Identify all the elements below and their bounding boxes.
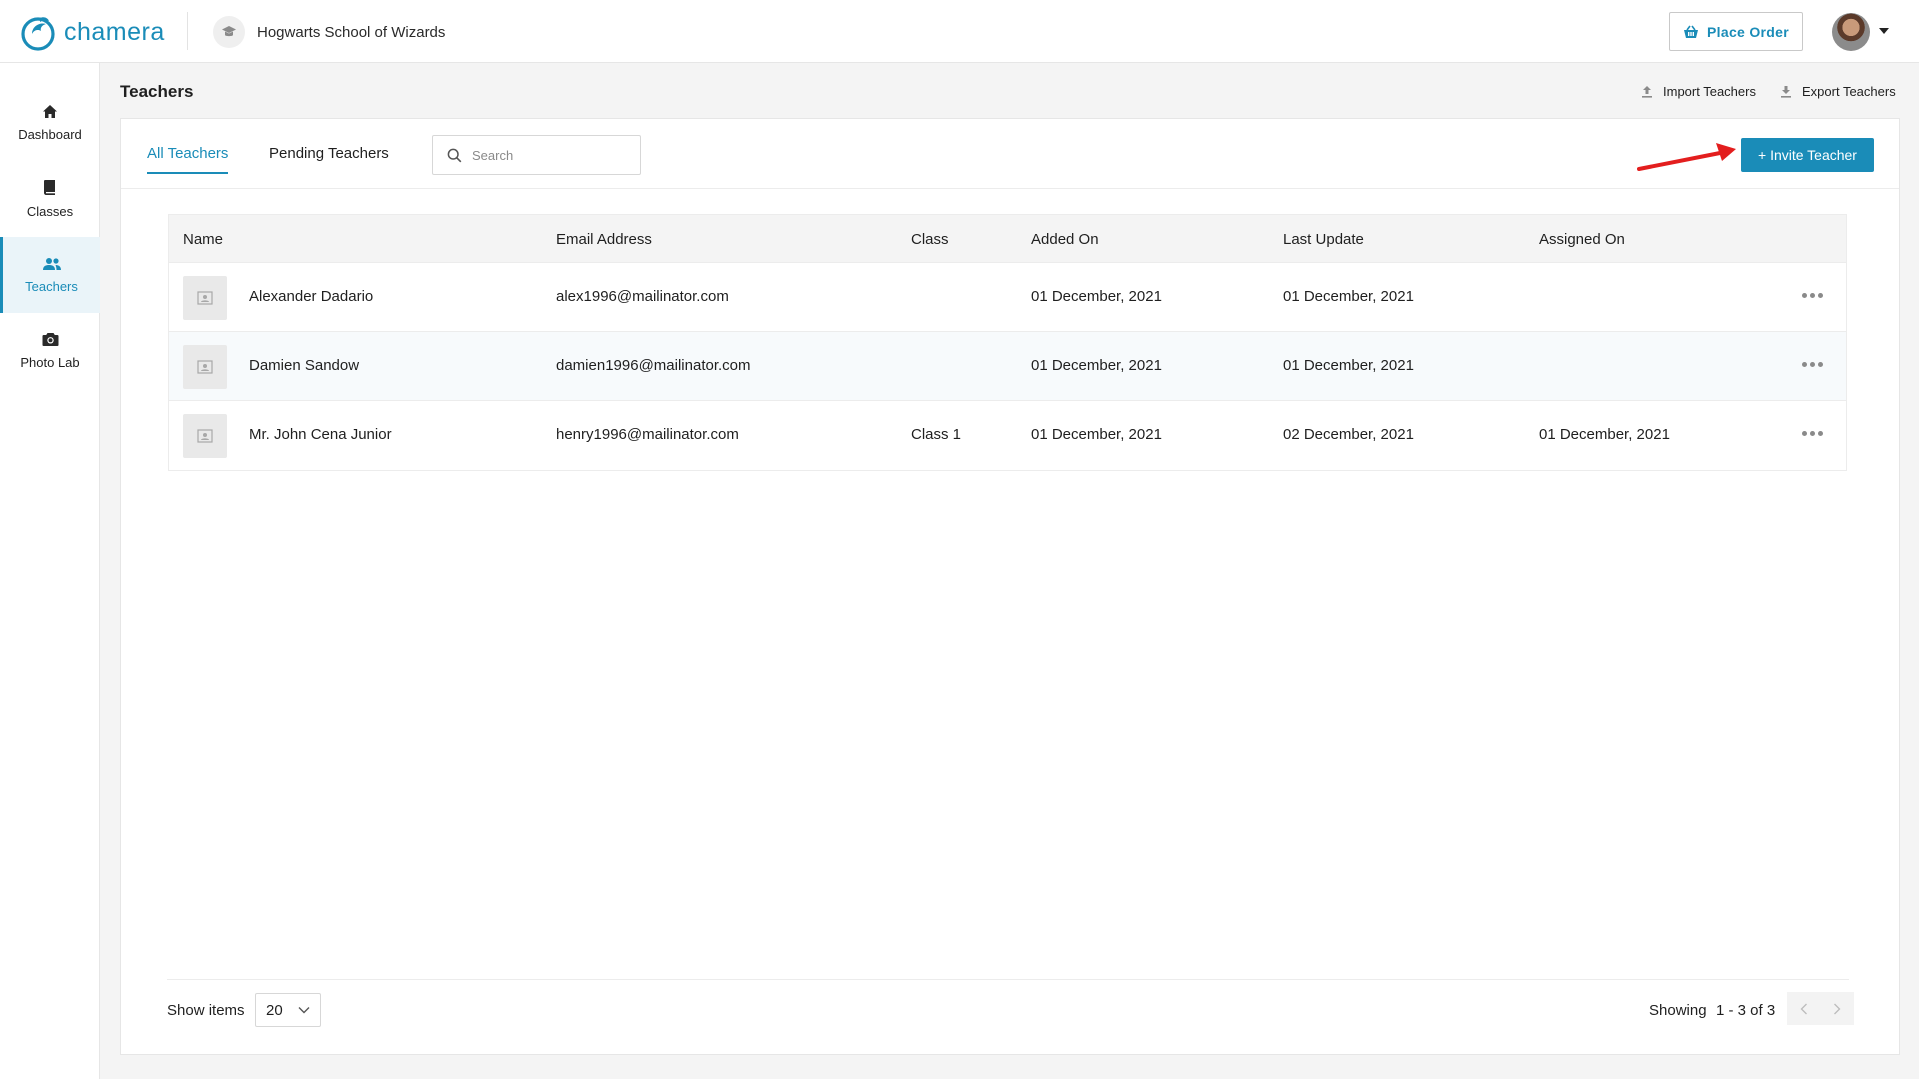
pagination bbox=[1787, 992, 1854, 1025]
cell-email: damien1996@mailinator.com bbox=[556, 357, 751, 374]
invite-teacher-button[interactable]: + Invite Teacher bbox=[1741, 138, 1874, 172]
more-options-icon[interactable] bbox=[1800, 358, 1825, 371]
import-teachers-label: Import Teachers bbox=[1663, 84, 1756, 99]
show-items-label: Show items bbox=[167, 1002, 245, 1019]
cell-last-update: 01 December, 2021 bbox=[1283, 357, 1414, 374]
page-title: Teachers bbox=[120, 82, 194, 101]
table-row[interactable]: Mr. John Cena Junior henry1996@mailinato… bbox=[169, 401, 1846, 470]
chamera-logo-icon bbox=[21, 17, 55, 51]
sidebar-item-label: Teachers bbox=[25, 278, 78, 294]
next-page-button[interactable] bbox=[1821, 992, 1855, 1025]
teachers-table: Name Email Address Class Added On Last U… bbox=[168, 214, 1847, 471]
header-divider bbox=[187, 12, 188, 50]
book-icon bbox=[44, 180, 55, 195]
table-header: Name Email Address Class Added On Last U… bbox=[169, 215, 1846, 263]
search-box[interactable] bbox=[432, 135, 641, 175]
avatar-placeholder-icon bbox=[183, 414, 227, 458]
cell-added-on: 01 December, 2021 bbox=[1031, 357, 1162, 374]
sidebar-item-label: Classes bbox=[26, 204, 74, 219]
tabs-bar: All Teachers Pending Teachers + Invite T… bbox=[121, 119, 1899, 189]
sidebar-item-photo-lab[interactable]: Photo Lab bbox=[0, 313, 100, 389]
cell-added-on: 01 December, 2021 bbox=[1031, 288, 1162, 305]
place-order-button[interactable]: Place Order bbox=[1669, 12, 1803, 51]
cell-last-update: 02 December, 2021 bbox=[1283, 426, 1414, 443]
column-header-name[interactable]: Name bbox=[183, 231, 223, 248]
cell-last-update: 01 December, 2021 bbox=[1283, 288, 1414, 305]
place-order-label: Place Order bbox=[1707, 23, 1789, 40]
chamera-logo[interactable]: chamera bbox=[20, 11, 165, 53]
import-teachers-button[interactable]: Import Teachers bbox=[1641, 84, 1756, 99]
home-icon bbox=[43, 105, 57, 118]
cell-assigned-on: 01 December, 2021 bbox=[1539, 426, 1670, 443]
top-header: chamera Hogwarts School of Wizards Place… bbox=[0, 0, 1919, 63]
sidebar-item-dashboard[interactable]: Dashboard bbox=[0, 85, 100, 161]
school-name: Hogwarts School of Wizards bbox=[257, 23, 446, 41]
more-options-icon[interactable] bbox=[1800, 427, 1825, 440]
previous-page-button[interactable] bbox=[1787, 992, 1821, 1025]
tab-all-teachers[interactable]: All Teachers bbox=[147, 145, 229, 174]
search-icon bbox=[447, 148, 462, 162]
sidebar-item-teachers[interactable]: Teachers bbox=[0, 237, 100, 313]
table-row[interactable]: Alexander Dadario alex1996@mailinator.co… bbox=[169, 263, 1846, 332]
chevron-down-icon bbox=[298, 1007, 310, 1014]
chevron-right-icon bbox=[1834, 1003, 1841, 1014]
sidebar-item-label: Photo Lab bbox=[20, 355, 80, 370]
table-row[interactable]: Damien Sandow damien1996@mailinator.com … bbox=[169, 332, 1846, 401]
teachers-panel: All Teachers Pending Teachers + Invite T… bbox=[120, 118, 1900, 1055]
column-header-added-on[interactable]: Added On bbox=[1031, 231, 1099, 248]
more-options-icon[interactable] bbox=[1800, 289, 1825, 302]
sidebar-item-label: Dashboard bbox=[18, 127, 82, 142]
column-header-class[interactable]: Class bbox=[911, 231, 949, 248]
annotation-arrow bbox=[1637, 143, 1736, 171]
upload-icon bbox=[1642, 86, 1652, 98]
logo-text: chamera bbox=[64, 17, 165, 46]
sidebar: Dashboard Classes Teachers Photo Lab bbox=[0, 63, 100, 1079]
chevron-left-icon bbox=[1800, 1003, 1807, 1014]
export-teachers-label: Export Teachers bbox=[1802, 84, 1896, 99]
showing-range: 1 - 3 of 3 bbox=[1716, 1002, 1776, 1019]
camera-icon bbox=[42, 333, 58, 346]
basket-icon bbox=[1684, 25, 1699, 38]
tab-pending-teachers[interactable]: Pending Teachers bbox=[269, 145, 389, 172]
cell-added-on: 01 December, 2021 bbox=[1031, 426, 1162, 443]
school-selector[interactable]: Hogwarts School of Wizards bbox=[213, 15, 445, 49]
footer-divider bbox=[167, 979, 1849, 980]
graduation-cap-icon bbox=[213, 16, 245, 48]
cell-class: Class 1 bbox=[911, 426, 962, 443]
cell-name: Mr. John Cena Junior bbox=[249, 426, 392, 443]
avatar-placeholder-icon bbox=[183, 276, 227, 320]
export-teachers-button[interactable]: Export Teachers bbox=[1780, 84, 1896, 99]
search-input[interactable] bbox=[472, 147, 622, 163]
user-avatar[interactable] bbox=[1832, 13, 1870, 51]
chevron-down-icon[interactable] bbox=[1879, 28, 1889, 34]
column-header-email[interactable]: Email Address bbox=[556, 231, 652, 248]
avatar-placeholder-icon bbox=[183, 345, 227, 389]
column-header-last-update[interactable]: Last Update bbox=[1283, 231, 1364, 248]
cell-name: Damien Sandow bbox=[249, 357, 360, 374]
download-icon bbox=[1781, 86, 1791, 98]
cell-email: alex1996@mailinator.com bbox=[556, 288, 729, 305]
items-per-page-select[interactable]: 20 bbox=[255, 993, 321, 1027]
showing-label: Showing bbox=[1649, 1002, 1707, 1019]
items-per-page-value: 20 bbox=[266, 1001, 283, 1019]
sidebar-item-classes[interactable]: Classes bbox=[0, 161, 100, 237]
cell-name: Alexander Dadario bbox=[249, 288, 374, 305]
cell-email: henry1996@mailinator.com bbox=[556, 426, 739, 443]
users-icon bbox=[42, 257, 61, 270]
column-header-assigned-on[interactable]: Assigned On bbox=[1539, 231, 1625, 248]
